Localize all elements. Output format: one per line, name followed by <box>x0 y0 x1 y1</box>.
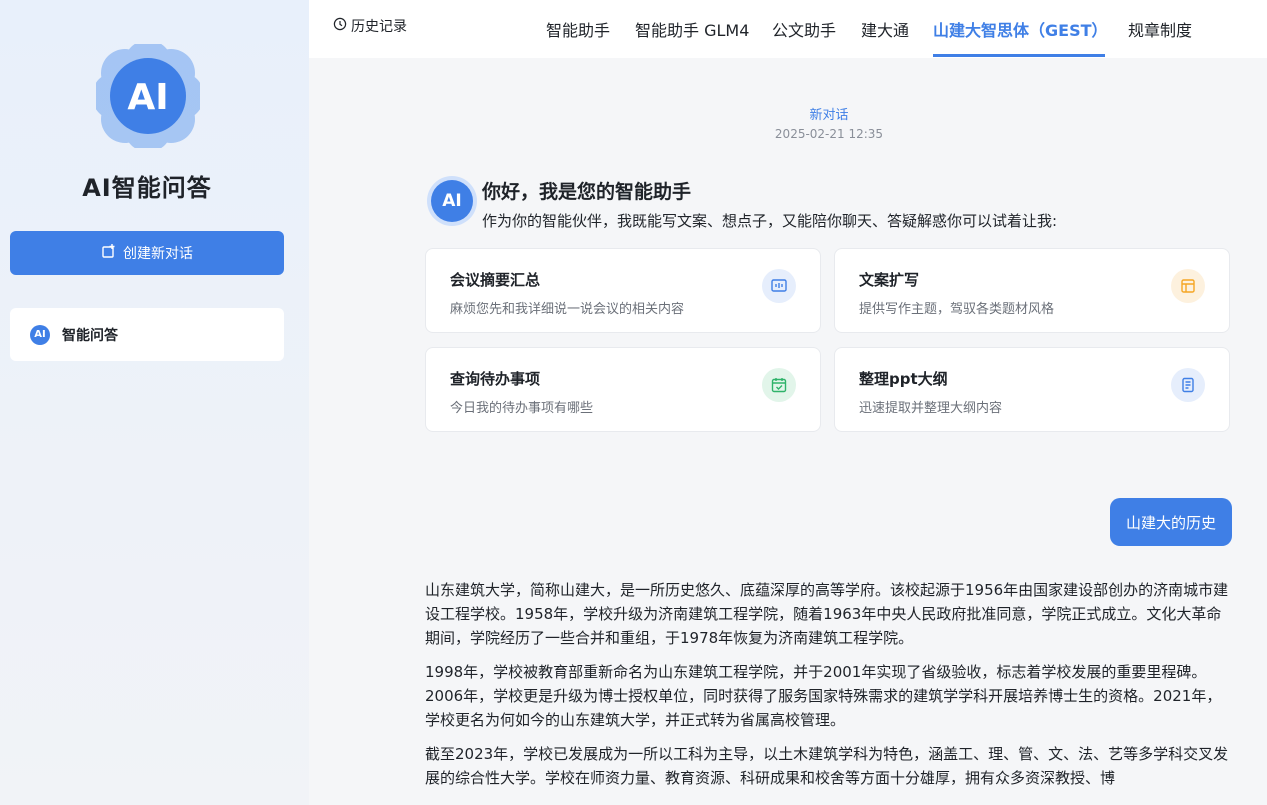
card-title: 查询待办事项 <box>450 370 541 388</box>
new-chat-icon <box>101 243 117 263</box>
new-chat-label: 创建新对话 <box>123 246 193 262</box>
tab-smart-assistant[interactable]: 智能助手 <box>546 17 610 41</box>
calendar-check-icon <box>762 368 796 402</box>
card-desc: 迅速提取并整理大纲内容 <box>859 401 1003 416</box>
document-icon <box>1171 269 1205 303</box>
card-title: 会议摘要汇总 <box>450 271 541 289</box>
top-navigation: 历史记录 智能助手 智能助手 GLM4 公文助手 建大通 山建大智思体（GEST… <box>309 0 1267 58</box>
conversation-time: 2025-02-21 12:35 <box>774 127 884 141</box>
outline-icon <box>1171 368 1205 402</box>
app-title: AI智能问答 <box>82 174 212 202</box>
tab-smart-assistant-glm4[interactable]: 智能助手 GLM4 <box>635 17 749 41</box>
ai-badge-icon: AI <box>30 324 50 345</box>
active-tab-indicator <box>933 54 1105 57</box>
new-chat-button[interactable]: 创建新对话 <box>10 231 284 275</box>
card-title: 文案扩写 <box>859 271 920 289</box>
assistant-answer: 山东建筑大学，简称山建大，是一所历史悠久、底蕴深厚的高等学府。该校起源于1956… <box>425 578 1233 800</box>
chat-area: 新对话 2025-02-21 12:35 AI 你好，我是您的智能助手 作为你的… <box>309 58 1267 805</box>
suggestion-card-meeting[interactable]: 会议摘要汇总 麻烦您先和我详细说一说会议的相关内容 <box>425 248 821 333</box>
answer-paragraph: 山东建筑大学，简称山建大，是一所历史悠久、底蕴深厚的高等学府。该校起源于1956… <box>425 581 1229 647</box>
suggestion-card-copywriting[interactable]: 文案扩写 提供写作主题，驾驭各类题材风格 <box>834 248 1230 333</box>
card-desc: 今日我的待办事项有哪些 <box>450 401 594 416</box>
tab-regulations[interactable]: 规章制度 <box>1128 17 1192 41</box>
suggestion-card-todo[interactable]: 查询待办事项 今日我的待办事项有哪些 <box>425 347 821 432</box>
answer-paragraph: 1998年，学校被教育部重新命名为山东建筑工程学院，并于2001年实现了省级验收… <box>425 663 1222 729</box>
tab-gest[interactable]: 山建大智思体（GEST） <box>933 17 1108 41</box>
greeting-title: 你好，我是您的智能助手 <box>482 181 692 203</box>
history-label: 历史记录 <box>351 19 407 35</box>
sidebar: AI AI智能问答 创建新对话 AI 智能问答 <box>0 0 309 805</box>
card-desc: 提供写作主题，驾驭各类题材风格 <box>859 302 1055 317</box>
assistant-avatar: AI <box>431 180 473 222</box>
user-message-bubble: 山建大的历史 <box>1109 498 1232 546</box>
suggestion-card-ppt-outline[interactable]: 整理ppt大纲 迅速提取并整理大纲内容 <box>834 347 1230 432</box>
tab-jiandatong[interactable]: 建大通 <box>861 17 909 41</box>
history-button[interactable]: 历史记录 <box>333 16 407 36</box>
greeting-subtitle: 作为你的智能伙伴，我既能写文案、想点子，又能陪你聊天、答疑解惑你可以试着让我: <box>482 212 1058 230</box>
sidebar-item-ai-qa[interactable]: AI 智能问答 <box>10 308 284 361</box>
answer-paragraph: 截至2023年，学校已发展成为一所以工科为主导，以土木建筑学科为特色，涵盖工、理… <box>425 745 1229 787</box>
meeting-icon <box>762 269 796 303</box>
sidebar-item-label: 智能问答 <box>62 327 118 344</box>
card-title: 整理ppt大纲 <box>859 370 948 388</box>
logo-text: AI <box>127 77 168 118</box>
card-desc: 麻烦您先和我详细说一说会议的相关内容 <box>450 302 685 317</box>
conversation-title: 新对话 <box>809 108 849 123</box>
tab-document-assistant[interactable]: 公文助手 <box>772 17 836 41</box>
ai-logo-icon: AI <box>92 40 204 152</box>
clock-history-icon <box>333 17 347 35</box>
